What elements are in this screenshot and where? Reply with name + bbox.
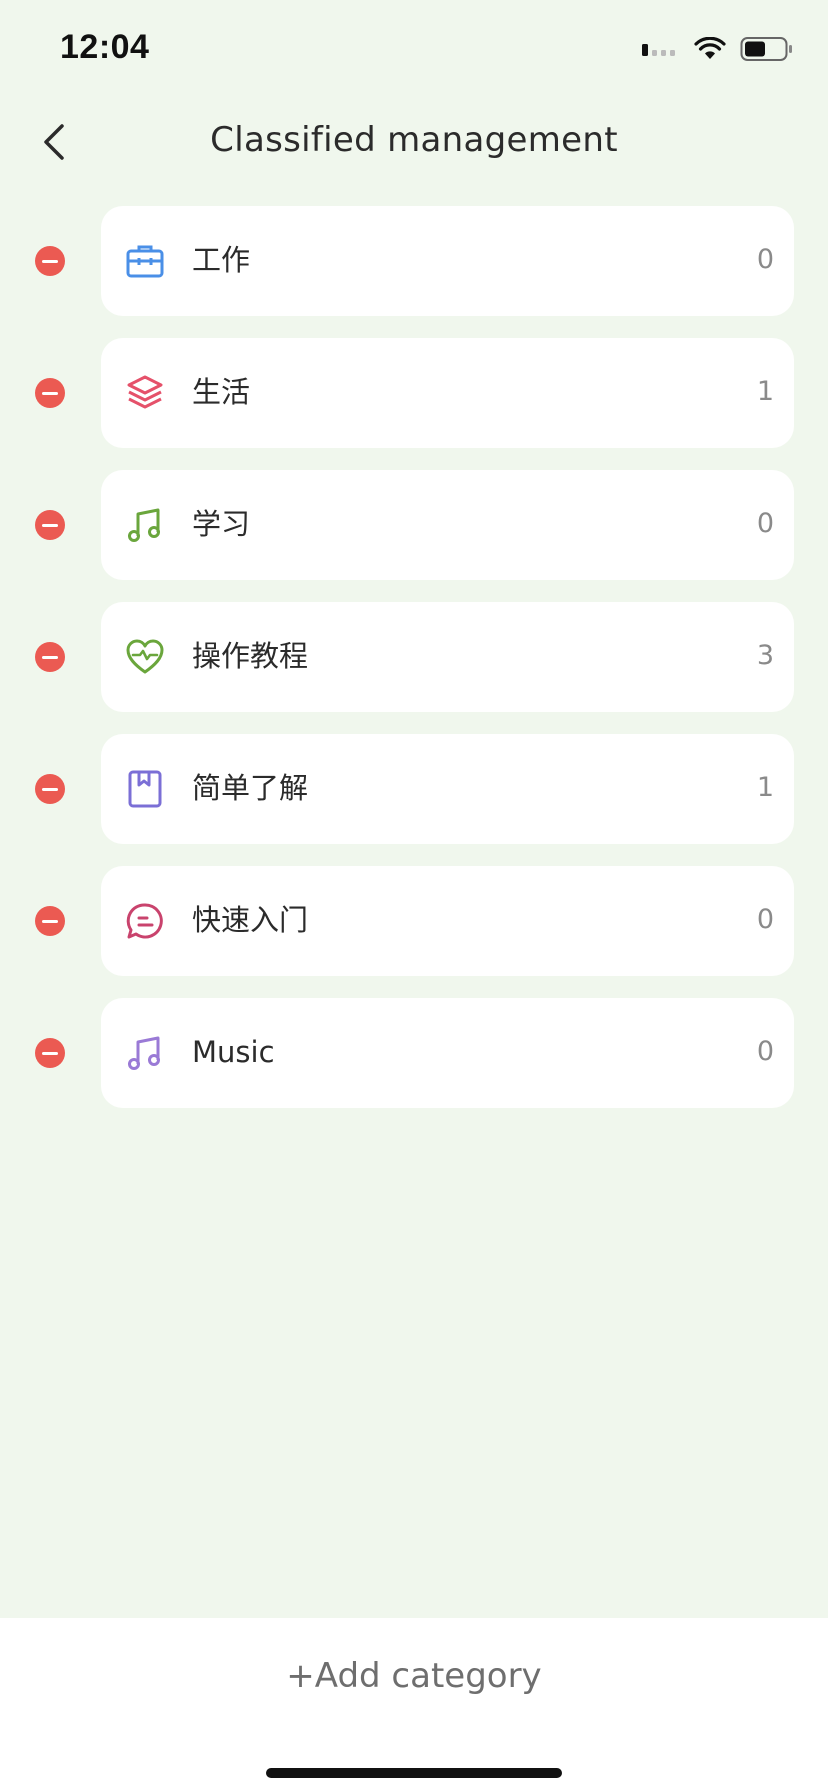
bookmark-book-icon (125, 769, 165, 809)
category-row: 快速入门 0 (0, 866, 828, 976)
status-bar: 12:04 (0, 0, 828, 100)
category-count: 0 (756, 508, 774, 539)
delete-category-button[interactable] (35, 642, 65, 672)
category-row: 简单了解 1 (0, 734, 828, 844)
category-row: Music 0 (0, 998, 828, 1108)
category-count: 1 (756, 376, 774, 407)
page-title: Classified management (210, 120, 618, 160)
category-name: 简单了解 (192, 771, 309, 805)
category-card[interactable]: 生活 1 (101, 338, 794, 448)
nav-header: Classified management (0, 100, 828, 184)
category-row: 生活 1 (0, 338, 828, 448)
heart-pulse-icon (125, 637, 165, 677)
delete-category-button[interactable] (35, 510, 65, 540)
music-note-icon (125, 1033, 165, 1073)
delete-category-button[interactable] (35, 906, 65, 936)
category-name: 操作教程 (192, 639, 309, 673)
category-row: 学习 0 (0, 470, 828, 580)
category-name: 生活 (192, 375, 251, 409)
category-count: 0 (756, 1036, 774, 1067)
category-card[interactable]: 工作 0 (101, 206, 794, 316)
briefcase-icon (125, 241, 165, 281)
cellular-signal-icon (642, 42, 680, 56)
category-name: 学习 (192, 507, 251, 541)
layers-icon (125, 373, 165, 413)
category-card[interactable]: 快速入门 0 (101, 866, 794, 976)
category-card[interactable]: 简单了解 1 (101, 734, 794, 844)
category-list: 工作 0 生活 1 学习 0 操作教程 3 简单了解 1 快速入门 0 Musi… (0, 206, 828, 1130)
screen: 12:04 Classified management 工作 0 生活 1 学习… (0, 0, 828, 1792)
delete-category-button[interactable] (35, 774, 65, 804)
wifi-icon (694, 37, 726, 61)
category-count: 0 (756, 244, 774, 275)
category-name: Music (192, 1035, 275, 1069)
delete-category-button[interactable] (35, 246, 65, 276)
category-count: 3 (756, 640, 774, 671)
music-note-icon (125, 505, 165, 545)
category-name: 快速入门 (192, 903, 309, 937)
category-card[interactable]: 学习 0 (101, 470, 794, 580)
delete-category-button[interactable] (35, 378, 65, 408)
status-icons (642, 34, 794, 64)
category-row: 操作教程 3 (0, 602, 828, 712)
chat-bubble-icon (125, 901, 165, 941)
category-count: 1 (756, 772, 774, 803)
status-time: 12:04 (60, 28, 150, 66)
bottom-bar: +Add category (0, 1618, 828, 1792)
delete-category-button[interactable] (35, 1038, 65, 1068)
category-card[interactable]: 操作教程 3 (101, 602, 794, 712)
category-name: 工作 (192, 243, 251, 277)
add-category-button[interactable]: +Add category (0, 1646, 828, 1706)
category-card[interactable]: Music 0 (101, 998, 794, 1108)
home-indicator[interactable] (266, 1768, 562, 1778)
category-row: 工作 0 (0, 206, 828, 316)
category-count: 0 (756, 904, 774, 935)
battery-icon (740, 36, 794, 62)
